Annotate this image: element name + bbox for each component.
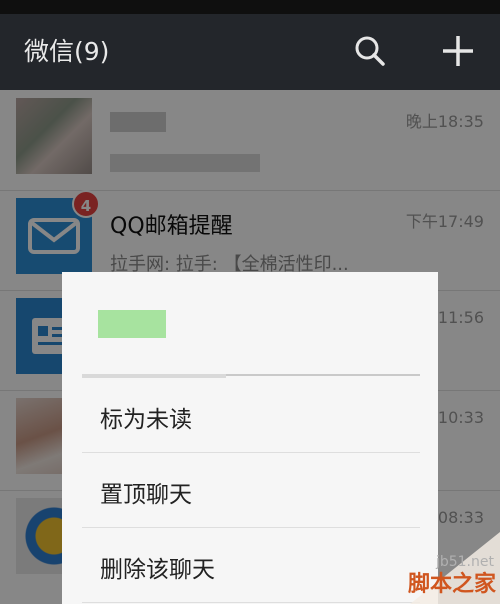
menu-item-pin-chat[interactable]: 置顶聊天 [82,453,420,528]
watermark: jb51.net 脚本之家 [390,532,500,604]
menu-item-label: 标为未读 [100,407,192,433]
context-menu: 标为未读 置顶聊天 删除该聊天 [62,272,438,604]
watermark-name: 脚本之家 [407,572,496,597]
menu-item-label: 置顶聊天 [100,482,192,508]
app-title: 微信(9) [24,37,110,66]
app-bar: 微信(9) [0,14,500,90]
search-icon [355,36,385,66]
add-button[interactable] [440,33,476,69]
menu-title-blurred [98,310,166,338]
plus-icon [443,36,473,66]
menu-item-mark-unread[interactable]: 标为未读 [82,378,420,453]
search-button[interactable] [352,33,388,69]
menu-item-delete-chat[interactable]: 删除该聊天 [82,528,420,603]
menu-item-label: 删除该聊天 [100,557,215,583]
status-bar [0,0,500,14]
